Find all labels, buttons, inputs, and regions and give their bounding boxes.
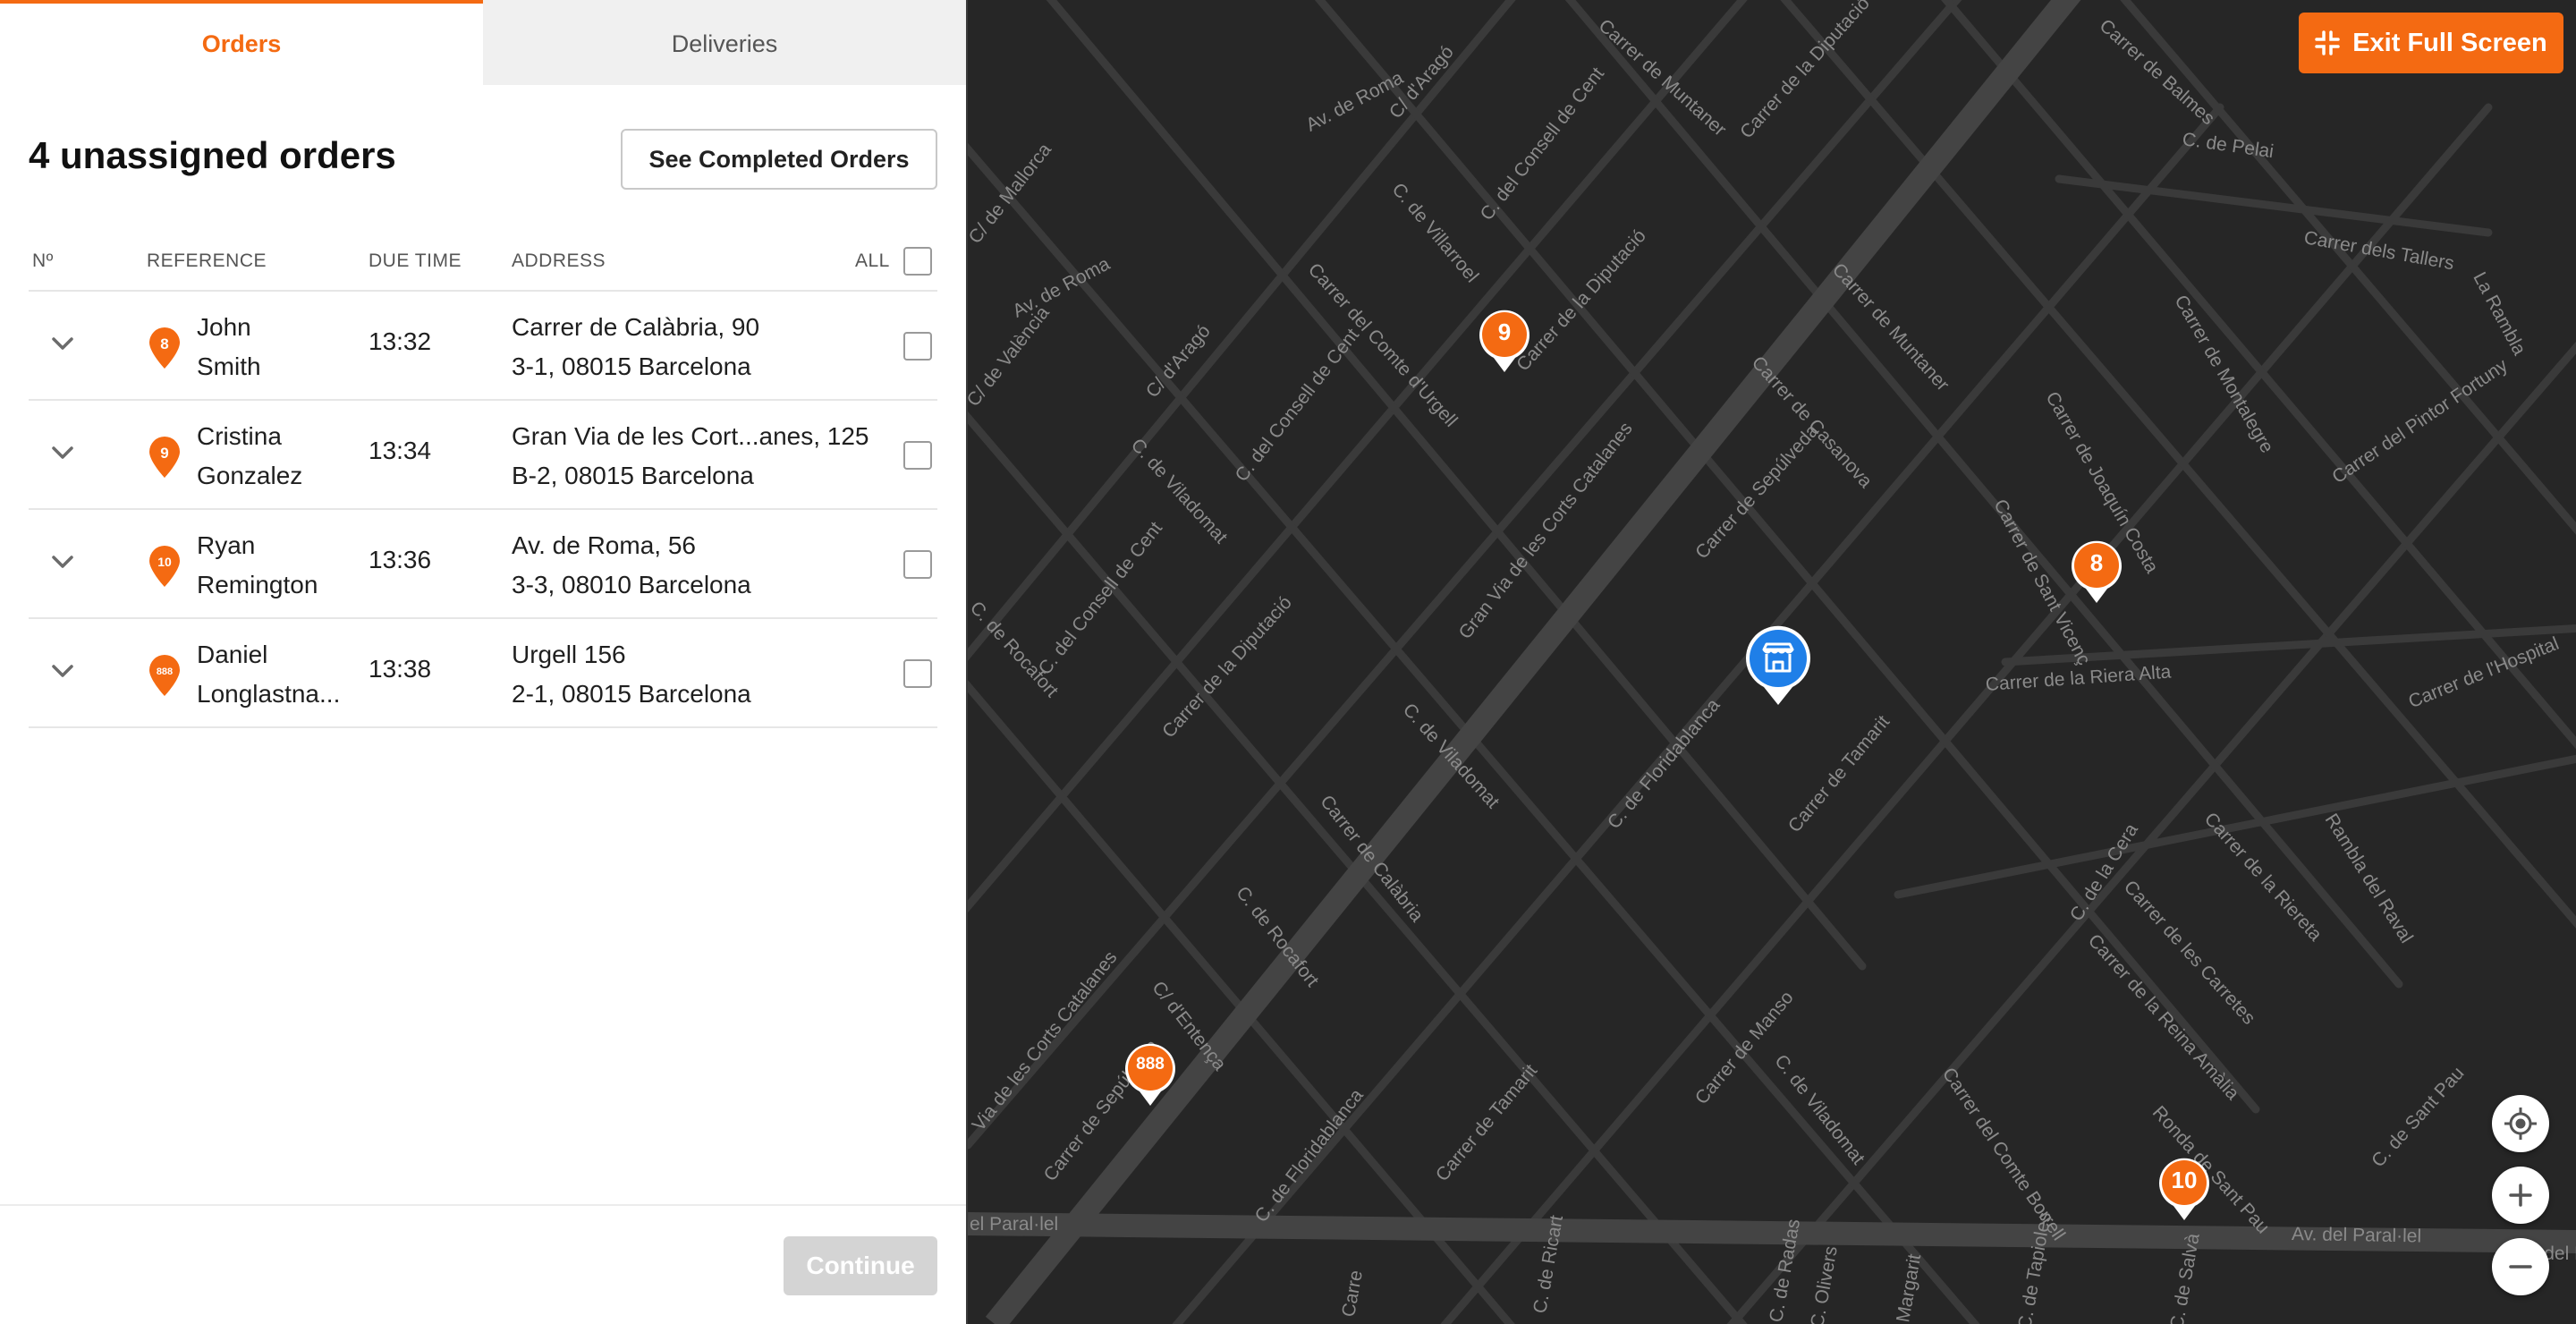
table-row[interactable]: 888 Daniel Longlastna... 13:38 Urgell 156… bbox=[29, 619, 937, 728]
order-marker[interactable]: 888 bbox=[1123, 1041, 1177, 1108]
crosshair-icon bbox=[2504, 1108, 2537, 1140]
address: Urgell 156 2-1, 08015 Barcelona bbox=[512, 641, 751, 708]
see-completed-orders-button[interactable]: See Completed Orders bbox=[621, 129, 937, 190]
table-row[interactable]: 9 Cristina Gonzalez 13:34 Gran Via de les… bbox=[29, 401, 937, 510]
store-marker[interactable] bbox=[1744, 624, 1812, 707]
address: Gran Via de les Cort...anes, 125 B-2, 080… bbox=[512, 422, 869, 489]
table-row[interactable]: 10 Ryan Remington 13:36 Av. de Roma, 56 3-… bbox=[29, 510, 937, 619]
order-marker[interactable]: 10 bbox=[2157, 1156, 2211, 1222]
locate-button[interactable] bbox=[2492, 1095, 2549, 1152]
row-checkbox[interactable] bbox=[903, 659, 932, 688]
svg-text:888: 888 bbox=[157, 666, 173, 677]
order-badge-icon: 10 bbox=[149, 546, 180, 587]
due-time: 13:36 bbox=[369, 546, 432, 573]
due-time: 13:32 bbox=[369, 327, 432, 355]
address: Av. de Roma, 56 3-3, 08010 Barcelona bbox=[512, 531, 751, 598]
chevron-down-icon[interactable] bbox=[47, 655, 79, 687]
table-row[interactable]: 8 John Smith 13:32 Carrer de Calàbria, 90… bbox=[29, 292, 937, 401]
continue-button[interactable]: Continue bbox=[784, 1236, 937, 1295]
table-header: Nº REFERENCE DUE TIME ADDRESS ALL bbox=[29, 245, 937, 292]
panel-footer: Continue bbox=[0, 1204, 966, 1324]
order-badge-icon: 8 bbox=[149, 327, 180, 369]
column-reference: REFERENCE bbox=[147, 250, 267, 271]
address: Carrer de Calàbria, 90 3-1, 08015 Barcelo… bbox=[512, 313, 760, 380]
row-checkbox[interactable] bbox=[903, 441, 932, 470]
svg-text:9: 9 bbox=[160, 445, 168, 462]
reference-name: Ryan Remington bbox=[197, 531, 318, 598]
tab-deliveries[interactable]: Deliveries bbox=[483, 0, 966, 85]
row-checkbox[interactable] bbox=[903, 550, 932, 579]
reference-name: Daniel Longlastna... bbox=[197, 641, 341, 708]
store-icon bbox=[1746, 625, 1810, 705]
map-view[interactable]: C/ d'Aragó Av. de Roma C. de Villarroel … bbox=[966, 0, 2576, 1324]
column-all: ALL bbox=[855, 250, 890, 271]
zoom-out-button[interactable] bbox=[2492, 1238, 2549, 1295]
exit-full-screen-label: Exit Full Screen bbox=[2352, 28, 2547, 57]
due-time: 13:34 bbox=[369, 437, 432, 464]
column-address: ADDRESS bbox=[512, 250, 606, 271]
svg-text:10: 10 bbox=[157, 555, 172, 569]
tab-orders[interactable]: Orders bbox=[0, 0, 483, 85]
column-number: Nº bbox=[32, 250, 54, 271]
reference-name: Cristina Gonzalez bbox=[197, 422, 303, 489]
column-due-time: DUE TIME bbox=[369, 250, 462, 271]
page-title: 4 unassigned orders bbox=[29, 134, 396, 176]
tab-bar: Orders Deliveries bbox=[0, 0, 966, 85]
order-badge-icon: 9 bbox=[149, 437, 180, 478]
reference-name: John Smith bbox=[197, 313, 261, 380]
street-label: el Paral·lel bbox=[970, 1214, 1059, 1235]
exit-full-screen-button[interactable]: Exit Full Screen bbox=[2299, 13, 2563, 73]
order-badge-icon: 888 bbox=[149, 655, 180, 696]
due-time: 13:38 bbox=[369, 655, 432, 683]
order-marker[interactable]: 8 bbox=[2070, 539, 2123, 605]
order-marker[interactable]: 9 bbox=[1478, 308, 1531, 374]
street-label: Av. del Paral·lel bbox=[2291, 1224, 2422, 1247]
orders-panel: Orders Deliveries 4 unassigned orders Se… bbox=[0, 0, 966, 1324]
chevron-down-icon[interactable] bbox=[47, 437, 79, 469]
chevron-down-icon[interactable] bbox=[47, 546, 79, 578]
chevron-down-icon[interactable] bbox=[47, 327, 79, 360]
minus-icon bbox=[2509, 1265, 2532, 1269]
row-checkbox[interactable] bbox=[903, 332, 932, 361]
collapse-icon bbox=[2315, 30, 2340, 55]
plus-icon bbox=[2509, 1184, 2532, 1207]
zoom-in-button[interactable] bbox=[2492, 1167, 2549, 1224]
select-all-checkbox[interactable] bbox=[903, 247, 932, 276]
svg-text:8: 8 bbox=[160, 335, 168, 352]
map-pin-icon bbox=[1125, 1043, 1175, 1106]
